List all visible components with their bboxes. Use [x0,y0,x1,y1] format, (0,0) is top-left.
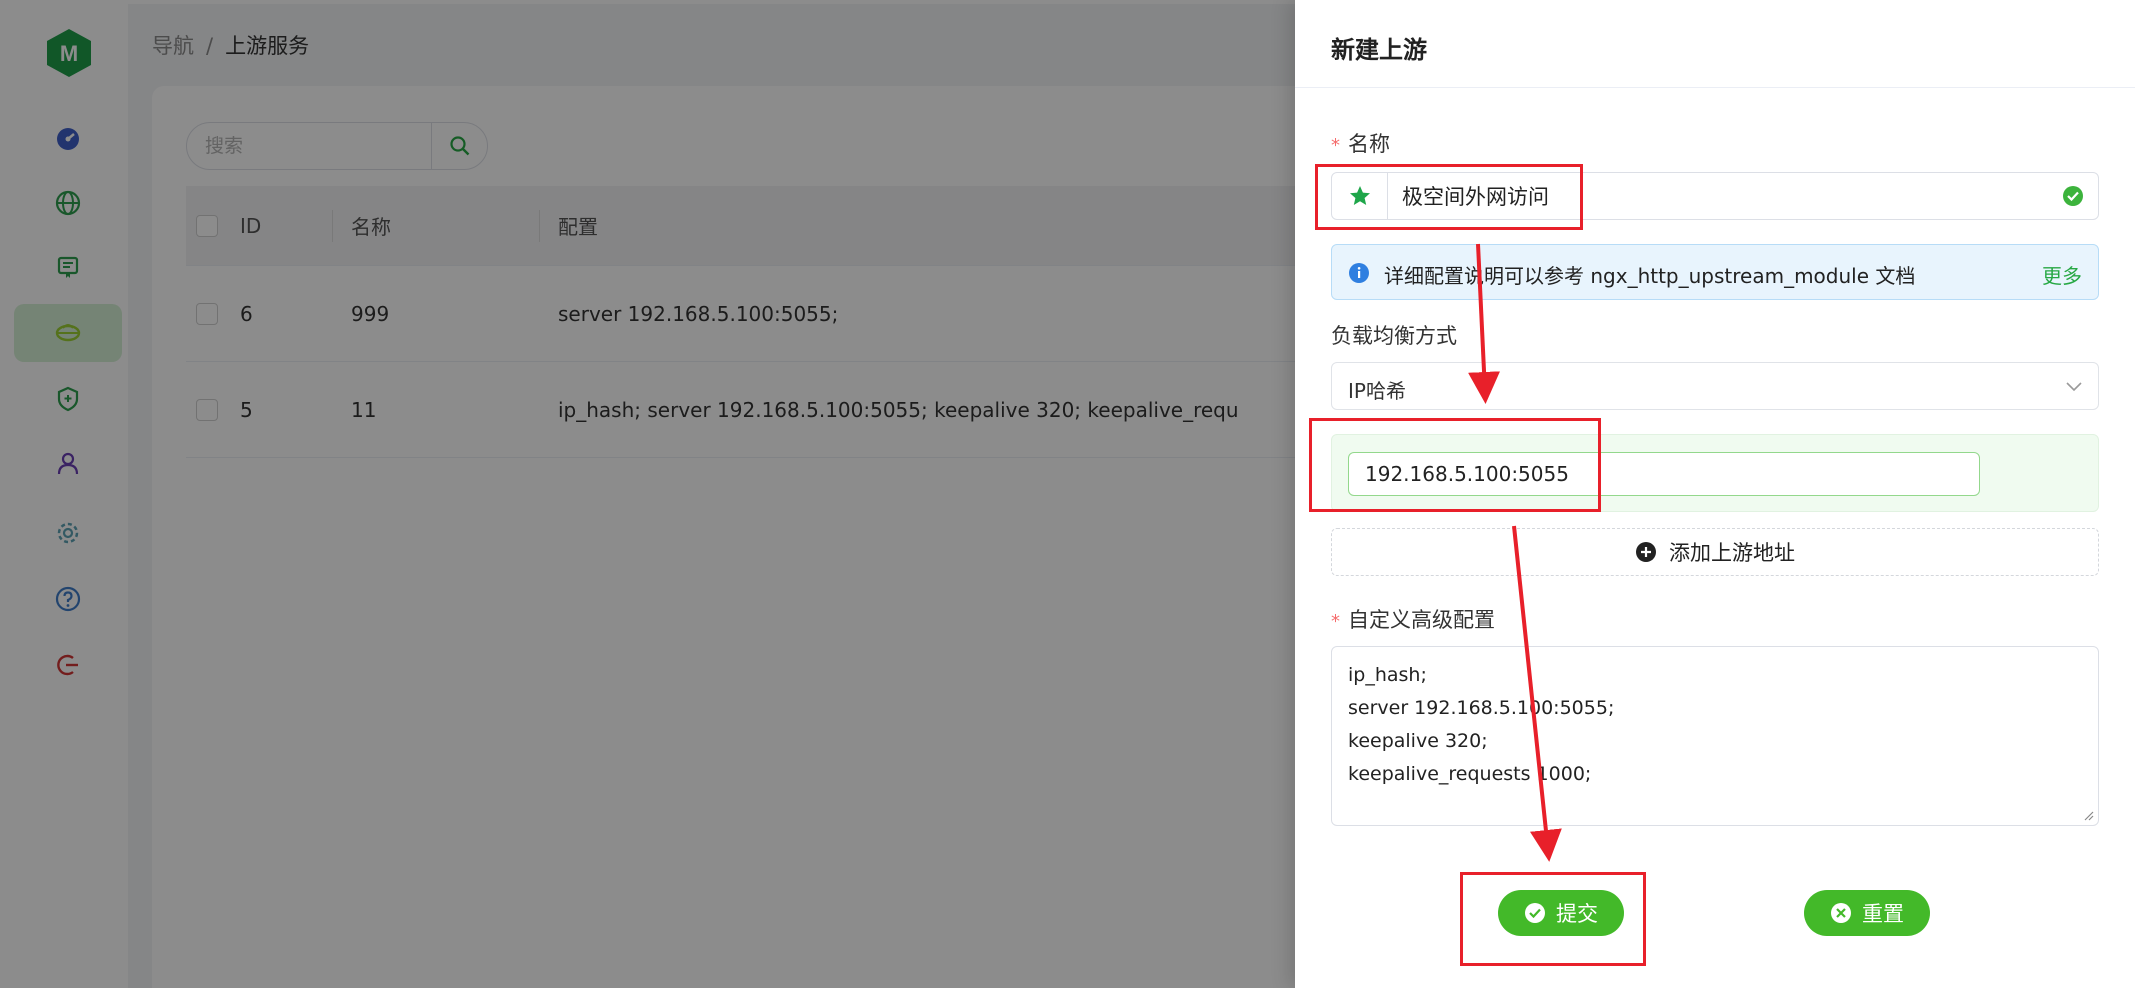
annotation-box-name [1315,164,1583,230]
lb-label: 负载均衡方式 [1331,324,1457,348]
custom-config-label-text: 自定义高级配置 [1348,608,1495,632]
info-alert: 详细配置说明可以参考 ngx_http_upstream_module 文档 更… [1331,244,2099,300]
config-line: server 192.168.5.100:5055; [1348,697,1615,719]
name-label: * 名称 [1331,128,1390,158]
reset-button[interactable]: 重置 [1804,890,1930,936]
reset-label: 重置 [1862,902,1904,926]
config-line: keepalive 320; [1348,730,1488,752]
chevron-down-icon [2066,382,2082,392]
check-circle-icon [2063,186,2083,206]
lb-method-select[interactable]: IP哈希 [1331,362,2099,410]
add-upstream-label: 添加上游地址 [1669,541,1795,565]
close-circle-icon [1831,903,1851,923]
annotation-box-submit [1460,872,1646,966]
custom-config-textarea[interactable]: ip_hash; server 192.168.5.100:5055; keep… [1331,646,2099,826]
config-line: keepalive_requests 1000; [1348,763,1592,785]
name-label-text: 名称 [1348,132,1390,156]
add-upstream-button[interactable]: 添加上游地址 [1331,528,2099,576]
required-mark: * [1331,135,1340,156]
info-icon [1349,263,1369,283]
alert-text: 详细配置说明可以参考 ngx_http_upstream_module 文档 [1384,264,1916,288]
resize-handle-icon[interactable] [2082,809,2094,821]
lb-method-value: IP哈希 [1348,379,1406,403]
alert-more-link[interactable]: 更多 [2042,260,2082,289]
config-line: ip_hash; [1348,664,1427,686]
required-mark: * [1331,611,1340,632]
drawer-title: 新建上游 [1331,36,1427,64]
plus-circle-icon [1636,542,1656,562]
annotation-box-upstream [1309,418,1601,512]
custom-config-label: * 自定义高级配置 [1331,604,1495,634]
drawer-overlay-mask[interactable] [0,0,1295,988]
drawer-header: 新建上游 [1295,0,2135,88]
